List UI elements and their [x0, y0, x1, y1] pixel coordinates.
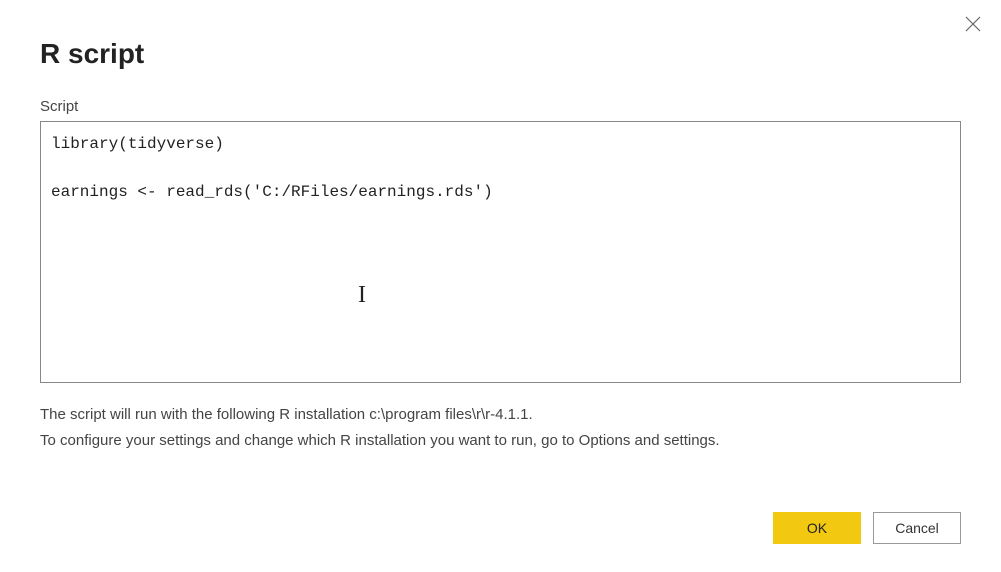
close-icon[interactable] — [963, 14, 983, 34]
dialog-content: R script Script The script will run with… — [0, 0, 1001, 483]
info-text: The script will run with the following R… — [40, 402, 961, 453]
dialog-title: R script — [40, 38, 961, 70]
script-label: Script — [40, 98, 961, 115]
cancel-button[interactable]: Cancel — [873, 512, 961, 544]
info-line-1: The script will run with the following R… — [40, 402, 961, 428]
script-input[interactable] — [40, 121, 961, 383]
ok-button[interactable]: OK — [773, 512, 861, 544]
info-line-2: To configure your settings and change wh… — [40, 428, 961, 454]
button-row: OK Cancel — [773, 512, 961, 544]
